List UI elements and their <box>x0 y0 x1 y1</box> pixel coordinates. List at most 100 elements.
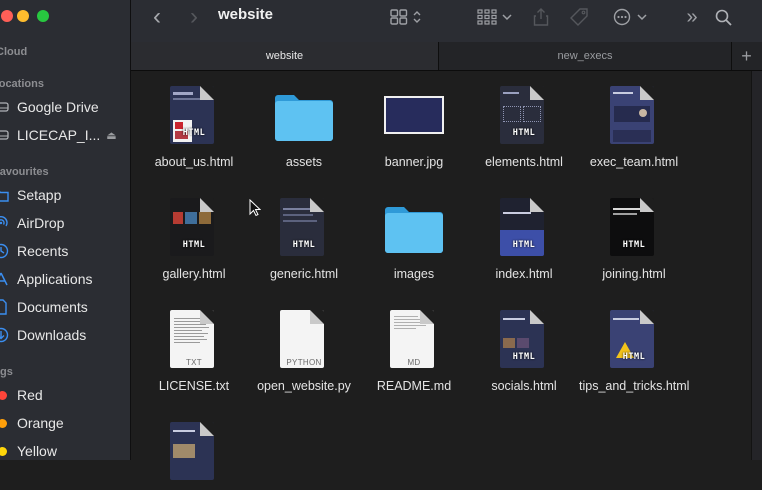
file-name: socials.html <box>491 379 557 393</box>
sidebar-item-tag-yellow[interactable]: Yellow <box>0 439 57 460</box>
sidebar-item-label: Recents <box>17 243 69 259</box>
sidebar-item-tag-orange[interactable]: Orange <box>0 411 64 435</box>
minimize-window-button[interactable] <box>17 10 29 22</box>
file-name: joining.html <box>602 267 666 281</box>
html-file-icon: HTML <box>164 84 224 148</box>
sidebar-section-icloud[interactable]: iCloud <box>0 46 27 58</box>
share-button[interactable] <box>530 6 552 28</box>
sidebar-item-label: LICECAP_I... <box>17 127 101 143</box>
orange-tag-icon <box>0 418 7 428</box>
sidebar-item-label: Yellow <box>17 443 57 459</box>
forward-button[interactable]: › <box>183 3 205 30</box>
more-toolbar-button[interactable]: » <box>681 6 703 28</box>
scrollbar[interactable] <box>751 71 762 460</box>
file-name: LICENSE.txt <box>158 379 230 393</box>
applications-icon <box>0 270 10 288</box>
drive-icon <box>0 126 10 144</box>
sidebar-item-label: Documents <box>17 299 88 315</box>
file-item[interactable]: HTML about_us.html <box>139 84 249 170</box>
html-file-icon: HTML <box>604 308 664 372</box>
html-file-icon: HTML <box>604 196 664 260</box>
html-file-icon <box>164 420 224 484</box>
view-mode-button[interactable] <box>386 6 426 28</box>
file-name: about_us.html <box>154 155 234 169</box>
folder-item[interactable]: images <box>359 196 469 282</box>
folder-item[interactable]: assets <box>249 84 359 170</box>
eject-icon[interactable]: ⏏ <box>106 129 116 142</box>
file-item[interactable]: PYTHON open_website.py <box>249 308 359 394</box>
markdown-file-icon: MD <box>384 308 444 372</box>
file-item[interactable]: HTML gallery.html <box>139 196 249 282</box>
sidebar-item-setapp[interactable]: Setapp <box>0 183 61 207</box>
html-file-icon: HTML <box>494 196 554 260</box>
tag-icon <box>570 8 588 26</box>
close-window-button[interactable] <box>1 10 13 22</box>
yellow-tag-icon <box>0 446 7 456</box>
tags-button[interactable] <box>567 6 591 28</box>
action-button[interactable] <box>611 6 649 28</box>
new-tab-button[interactable]: + <box>731 42 762 70</box>
search-button[interactable] <box>712 6 734 28</box>
sidebar-item-label: Orange <box>17 415 64 431</box>
file-name: tips_and_tricks.html <box>579 379 690 393</box>
file-item[interactable] <box>139 420 249 490</box>
zoom-window-button[interactable] <box>37 10 49 22</box>
file-item[interactable]: exec_team.html <box>579 84 689 170</box>
txt-file-icon: TXT <box>164 308 224 372</box>
search-icon <box>715 9 732 26</box>
sidebar-item-applications[interactable]: Applications <box>0 267 93 291</box>
image-file-icon <box>384 84 444 148</box>
folder-icon <box>274 84 334 148</box>
sidebar-section-locations[interactable]: Locations <box>0 78 44 90</box>
sidebar-section-tags[interactable]: Tags <box>0 366 13 378</box>
tab-website[interactable]: website <box>131 42 439 70</box>
download-icon <box>0 326 10 344</box>
sidebar-item-downloads[interactable]: Downloads <box>0 323 86 347</box>
sidebar-item-label: Applications <box>17 271 93 287</box>
file-name: open_website.py <box>257 379 351 393</box>
file-item[interactable]: TXT LICENSE.txt <box>139 308 249 394</box>
file-name: images <box>393 267 435 281</box>
chevron-down-icon <box>637 14 647 21</box>
sidebar-section-favourites[interactable]: Favourites <box>0 166 49 178</box>
tab-new-execs[interactable]: new_execs <box>439 42 732 70</box>
sidebar-item-recents[interactable]: Recents <box>0 239 68 263</box>
file-name: exec_team.html <box>589 155 679 169</box>
file-item[interactable]: HTML joining.html <box>579 196 689 282</box>
sidebar-item-airdrop[interactable]: AirDrop <box>0 211 64 235</box>
group-by-button[interactable] <box>474 6 514 28</box>
file-item[interactable]: banner.jpg <box>359 84 469 170</box>
file-item[interactable]: HTML tips_and_tricks.html <box>579 308 689 394</box>
back-button[interactable]: ‹ <box>146 3 168 30</box>
file-item[interactable]: HTML socials.html <box>469 308 579 394</box>
file-item[interactable]: HTML elements.html <box>469 84 579 170</box>
sidebar-item-label: Downloads <box>17 327 87 343</box>
clock-icon <box>0 242 10 260</box>
sidebar-item-label: Google Drive <box>17 99 99 115</box>
up-down-chevron-icon <box>413 11 421 23</box>
chevron-down-icon <box>501 14 512 21</box>
tab-bar: website new_execs + <box>131 42 762 71</box>
html-file-icon: HTML <box>274 196 334 260</box>
sidebar-item-google-drive[interactable]: Google Drive <box>0 95 99 119</box>
document-icon <box>0 298 10 316</box>
file-name: generic.html <box>269 267 339 281</box>
group-icon <box>476 9 497 25</box>
file-item[interactable]: HTML index.html <box>469 196 579 282</box>
folder-icon <box>0 186 10 204</box>
folder-icon <box>384 196 444 260</box>
sidebar-item-licecap[interactable]: LICECAP_I... ⏏ <box>0 123 117 147</box>
sidebar-item-documents[interactable]: Documents <box>0 295 88 319</box>
file-name: assets <box>285 155 323 169</box>
mouse-cursor-icon <box>249 198 262 222</box>
file-name: banner.jpg <box>384 155 444 169</box>
sidebar-item-tag-red[interactable]: Red <box>0 383 43 407</box>
drive-icon <box>0 98 10 116</box>
file-item[interactable]: MD README.md <box>359 308 469 394</box>
html-file-icon: HTML <box>164 196 224 260</box>
file-item[interactable]: HTML generic.html <box>249 196 359 282</box>
file-name: index.html <box>495 267 553 281</box>
file-name: elements.html <box>485 155 563 169</box>
ellipsis-circle-icon <box>613 8 631 26</box>
red-tag-icon <box>0 390 7 400</box>
